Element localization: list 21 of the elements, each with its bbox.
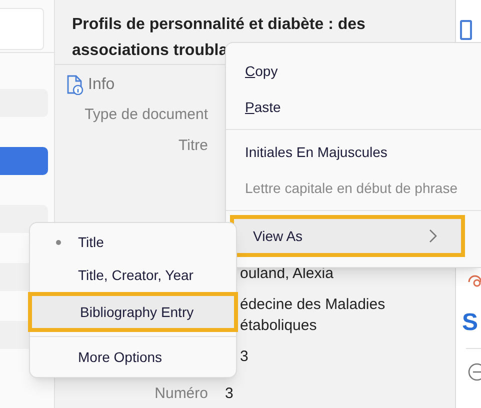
heading-text: S xyxy=(462,308,478,338)
field-value: édecine des Maladies étaboliques xyxy=(240,296,386,334)
chevron-right-icon xyxy=(428,229,438,243)
menu-item[interactable]: More Options xyxy=(30,341,236,374)
square-icon[interactable] xyxy=(460,20,472,40)
tag-icon xyxy=(468,275,481,289)
menu-item[interactable]: View As xyxy=(230,215,465,257)
menu-item[interactable]: Title, Creator, Year xyxy=(30,259,236,292)
menu-item[interactable]: Initiales En Majuscules xyxy=(226,134,481,170)
section-heading: Info xyxy=(88,75,115,95)
menu-item[interactable]: Paste xyxy=(226,89,481,125)
field-label: Titre xyxy=(178,137,208,154)
field-label: Numéro xyxy=(154,385,208,402)
document-info-icon xyxy=(66,75,84,95)
menu-item[interactable]: Bibliography Entry xyxy=(28,292,238,332)
field-value: ouland, Alexia xyxy=(240,265,334,282)
field-value: 3 xyxy=(225,385,234,402)
search-field[interactable] xyxy=(0,8,44,50)
sidebar-item[interactable] xyxy=(0,147,48,175)
field-value: 3 xyxy=(240,348,248,365)
field-label: Type de document xyxy=(84,106,208,123)
